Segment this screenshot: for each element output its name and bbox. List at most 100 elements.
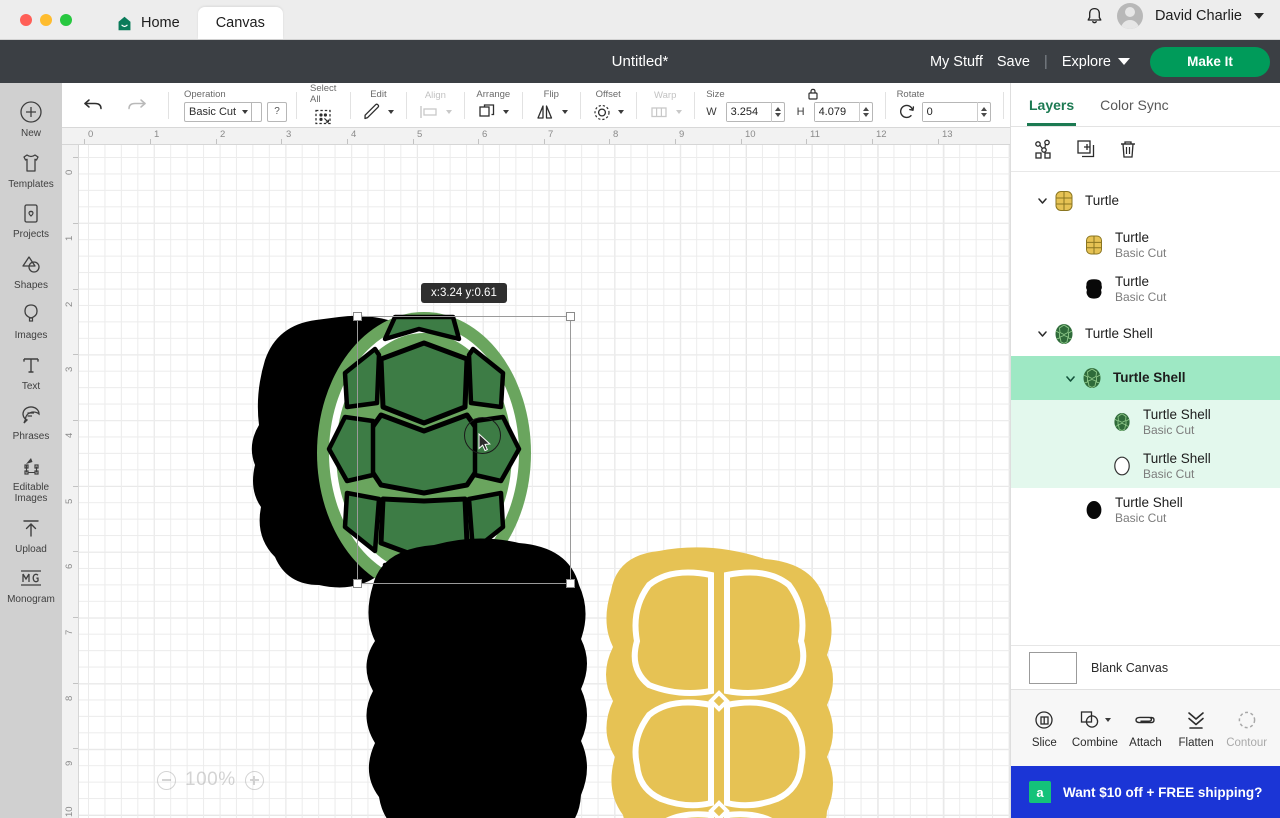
layer-row-shell-child-1[interactable]: Turtle Shell Basic Cut bbox=[1011, 400, 1280, 444]
layer-row-shell-child-3[interactable]: Turtle Shell Basic Cut bbox=[1011, 488, 1280, 532]
arrange-layers-icon[interactable] bbox=[477, 102, 497, 122]
layer-row-turtle-shell-group[interactable]: Turtle Shell bbox=[1011, 311, 1280, 356]
ruler-tick: 5 bbox=[417, 129, 423, 140]
tab-canvas[interactable]: Canvas bbox=[197, 7, 283, 39]
explore-menu[interactable]: Explore bbox=[1062, 54, 1130, 70]
contour-label: Contour bbox=[1226, 736, 1268, 749]
sidebar-item-shapes[interactable]: Shapes bbox=[0, 245, 62, 296]
layer-row-turtle-shell-selected[interactable]: Turtle Shell bbox=[1011, 356, 1280, 400]
arrange-group: Arrange bbox=[464, 83, 522, 128]
design-canvas[interactable]: 0 1 2 3 4 5 6 7 8 9 10 11 12 13 0 1 2 3 … bbox=[62, 128, 1010, 818]
tab-layers[interactable]: Layers bbox=[1026, 83, 1077, 126]
select-all-group: Select All bbox=[296, 83, 350, 128]
height-input[interactable] bbox=[814, 102, 859, 121]
tab-home-label: Home bbox=[141, 15, 180, 31]
white-outline-thumb bbox=[1111, 455, 1133, 477]
chevron-down-icon[interactable] bbox=[503, 109, 510, 114]
height-stepper[interactable] bbox=[858, 101, 872, 122]
attach-button[interactable]: Attach bbox=[1120, 708, 1170, 749]
ruler-tick: 6 bbox=[64, 563, 75, 569]
chevron-down-icon[interactable] bbox=[562, 109, 569, 114]
chevron-down-icon[interactable] bbox=[1031, 327, 1053, 340]
rotate-stepper[interactable] bbox=[976, 101, 990, 122]
width-stepper[interactable] bbox=[770, 101, 784, 122]
group-ungroup-icon[interactable] bbox=[1033, 138, 1055, 160]
chevron-down-icon[interactable] bbox=[618, 109, 625, 114]
sidebar-item-new[interactable]: New bbox=[0, 93, 62, 144]
ruler-tick: 1 bbox=[154, 129, 160, 140]
chevron-down-icon[interactable] bbox=[1059, 372, 1081, 385]
avatar[interactable] bbox=[1116, 3, 1143, 29]
tab-layers-label: Layers bbox=[1029, 96, 1075, 113]
flatten-button[interactable]: Flatten bbox=[1171, 708, 1221, 749]
chevron-down-icon[interactable] bbox=[1031, 194, 1053, 207]
sidebar-item-upload[interactable]: Upload bbox=[0, 509, 62, 560]
rotate-icon[interactable] bbox=[897, 103, 917, 121]
operation-select[interactable]: Basic Cut bbox=[184, 101, 262, 122]
trash-icon[interactable] bbox=[1117, 138, 1139, 160]
lock-closed-icon[interactable] bbox=[806, 87, 820, 106]
operation-value: Basic Cut bbox=[189, 105, 237, 118]
blank-canvas-row[interactable]: Blank Canvas bbox=[1011, 645, 1280, 689]
header-actions: My Stuff Save | Explore Make It bbox=[930, 46, 1280, 77]
offset-group: Offset bbox=[580, 83, 636, 128]
pencil-icon[interactable] bbox=[362, 102, 382, 122]
green-shell-thumb bbox=[1053, 323, 1075, 345]
my-stuff-link[interactable]: My Stuff bbox=[930, 54, 983, 70]
layer-row-turtle-child-2[interactable]: Turtle Basic Cut bbox=[1011, 267, 1280, 311]
warp-icon bbox=[648, 103, 670, 121]
width-input[interactable] bbox=[726, 102, 771, 121]
rotate-input[interactable] bbox=[922, 102, 977, 121]
operation-help-button[interactable]: ? bbox=[267, 101, 287, 122]
save-button[interactable]: Save bbox=[997, 54, 1030, 70]
height-field[interactable] bbox=[813, 101, 873, 122]
chevron-down-icon[interactable] bbox=[388, 109, 395, 114]
sidebar-item-text[interactable]: Text bbox=[0, 346, 62, 397]
tab-color-sync[interactable]: Color Sync bbox=[1100, 83, 1168, 126]
chevron-down-icon[interactable] bbox=[1254, 13, 1264, 19]
select-all-icon[interactable] bbox=[312, 107, 334, 127]
sidebar-item-editable-images[interactable]: Editable Images bbox=[0, 447, 62, 509]
sidebar-item-templates[interactable]: Templates bbox=[0, 144, 62, 195]
make-it-button[interactable]: Make It bbox=[1150, 46, 1270, 77]
tab-home[interactable]: Home bbox=[98, 7, 198, 39]
promo-banner[interactable]: a Want $10 off + FREE shipping? bbox=[1011, 766, 1280, 818]
ruler-tick: 3 bbox=[64, 366, 75, 372]
flip-mirror-icon[interactable] bbox=[534, 102, 556, 122]
chevron-down-icon bbox=[242, 109, 248, 114]
zoom-out-button[interactable] bbox=[157, 770, 176, 790]
rotate-field[interactable] bbox=[921, 101, 991, 122]
arrange-label: Arrange bbox=[476, 88, 511, 100]
offset-label: Offset bbox=[595, 88, 621, 100]
layer-row-turtle-group[interactable]: Turtle bbox=[1011, 178, 1280, 223]
close-window-button[interactable] bbox=[20, 14, 32, 26]
ruler-tick: 1 bbox=[64, 235, 75, 241]
chevron-down-icon[interactable] bbox=[1104, 717, 1111, 722]
sidebar-item-phrases[interactable]: Phrases bbox=[0, 396, 62, 447]
layer-row-shell-child-2[interactable]: Turtle Shell Basic Cut bbox=[1011, 444, 1280, 488]
sidebar-item-projects[interactable]: Projects bbox=[0, 194, 62, 245]
black-blob-thumb bbox=[1083, 278, 1105, 300]
blank-canvas-label: Blank Canvas bbox=[1091, 660, 1169, 675]
duplicate-icon[interactable] bbox=[1075, 138, 1097, 160]
layers-list[interactable]: Turtle Turtle Basic Cut Turtle Basic Cut bbox=[1011, 172, 1280, 696]
canvas-grid[interactable] bbox=[79, 145, 1010, 818]
slice-button[interactable]: Slice bbox=[1019, 708, 1069, 749]
explore-label: Explore bbox=[1061, 53, 1111, 70]
undo-arrow-icon[interactable] bbox=[82, 96, 104, 114]
maximize-window-button[interactable] bbox=[60, 14, 72, 26]
layer-row-turtle-child-1[interactable]: Turtle Basic Cut bbox=[1011, 223, 1280, 267]
offset-icon[interactable] bbox=[592, 102, 612, 122]
green-shell-thumb bbox=[1111, 411, 1133, 433]
sidebar-item-images[interactable]: Images bbox=[0, 295, 62, 346]
notification-bell-icon[interactable] bbox=[1084, 6, 1105, 27]
sidebar-item-monogram[interactable]: Monogram bbox=[0, 559, 62, 610]
canvas-color-swatch[interactable] bbox=[1029, 651, 1077, 684]
minimize-window-button[interactable] bbox=[40, 14, 52, 26]
promo-text: Want $10 off + FREE shipping? bbox=[1063, 784, 1263, 800]
combine-button[interactable]: Combine bbox=[1070, 708, 1120, 749]
width-field[interactable] bbox=[725, 101, 785, 122]
zoom-in-button[interactable] bbox=[244, 770, 264, 790]
redo-arrow-icon[interactable] bbox=[126, 96, 148, 114]
ruler-tick: 2 bbox=[220, 129, 226, 140]
